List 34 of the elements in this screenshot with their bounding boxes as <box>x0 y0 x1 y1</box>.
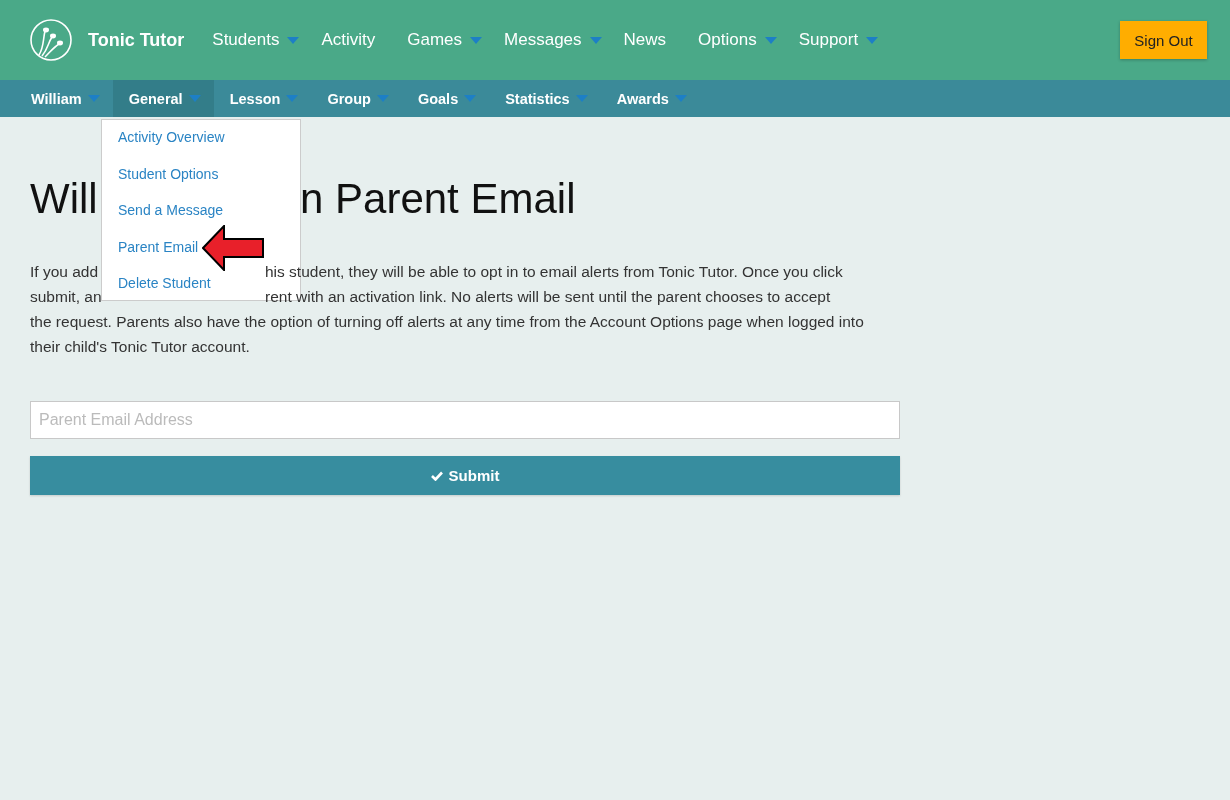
nav-link[interactable]: Messages <box>504 30 602 50</box>
nav-link[interactable]: News <box>623 30 667 50</box>
menu-item[interactable]: Delete Student <box>118 273 211 294</box>
subnav-tab[interactable]: William <box>15 80 113 117</box>
menu-item[interactable]: Activity Overview <box>118 127 225 148</box>
page-heading: n Parent Email <box>300 175 576 223</box>
page-heading: Will <box>30 175 98 223</box>
subnav-tab[interactable]: Goals <box>401 80 490 117</box>
subnav-tab[interactable]: Group <box>311 80 402 117</box>
sign-out-button[interactable]: Sign Out <box>1120 21 1207 59</box>
subnav-tab[interactable]: Statistics <box>489 80 601 117</box>
subnav-tab[interactable]: Lesson <box>213 80 312 117</box>
nav-link[interactable]: Options <box>698 30 777 50</box>
intro-text: their child's Tonic Tutor account. <box>30 338 250 355</box>
nav-link[interactable]: Support <box>798 30 879 50</box>
nav-link[interactable]: Students <box>212 30 300 50</box>
brand-name: Tonic Tutor <box>88 29 185 51</box>
check-icon <box>430 470 443 481</box>
subnav-tab[interactable]: General <box>112 80 214 117</box>
intro-text: the request. Parents also have the option of turning off alerts at any time from the Account Options page when logged into <box>30 313 864 330</box>
intro-text: submit, an <box>30 287 102 307</box>
menu-item[interactable]: Student Options <box>118 163 219 185</box>
subnav-tab[interactable]: Awards <box>600 80 700 117</box>
intro-text: If you add <box>30 262 99 282</box>
intro-text: rent with an activation link. No alerts will be sent until the parent chooses to accept <box>265 287 831 307</box>
intro-text: his student, they will be able to opt in to email alerts from Tonic Tutor. Once you click <box>265 262 843 282</box>
nav-link[interactable]: Activity <box>321 30 376 50</box>
sprout-logo-icon <box>30 19 72 61</box>
nav-link[interactable]: Games <box>407 30 483 50</box>
submit-button[interactable]: Submit <box>30 456 900 495</box>
menu-item[interactable]: Send a Message <box>118 200 224 221</box>
pointer-arrow <box>202 225 264 271</box>
menu-item[interactable]: Parent Email <box>118 236 199 258</box>
email-field[interactable]: Parent Email Address <box>30 401 900 439</box>
